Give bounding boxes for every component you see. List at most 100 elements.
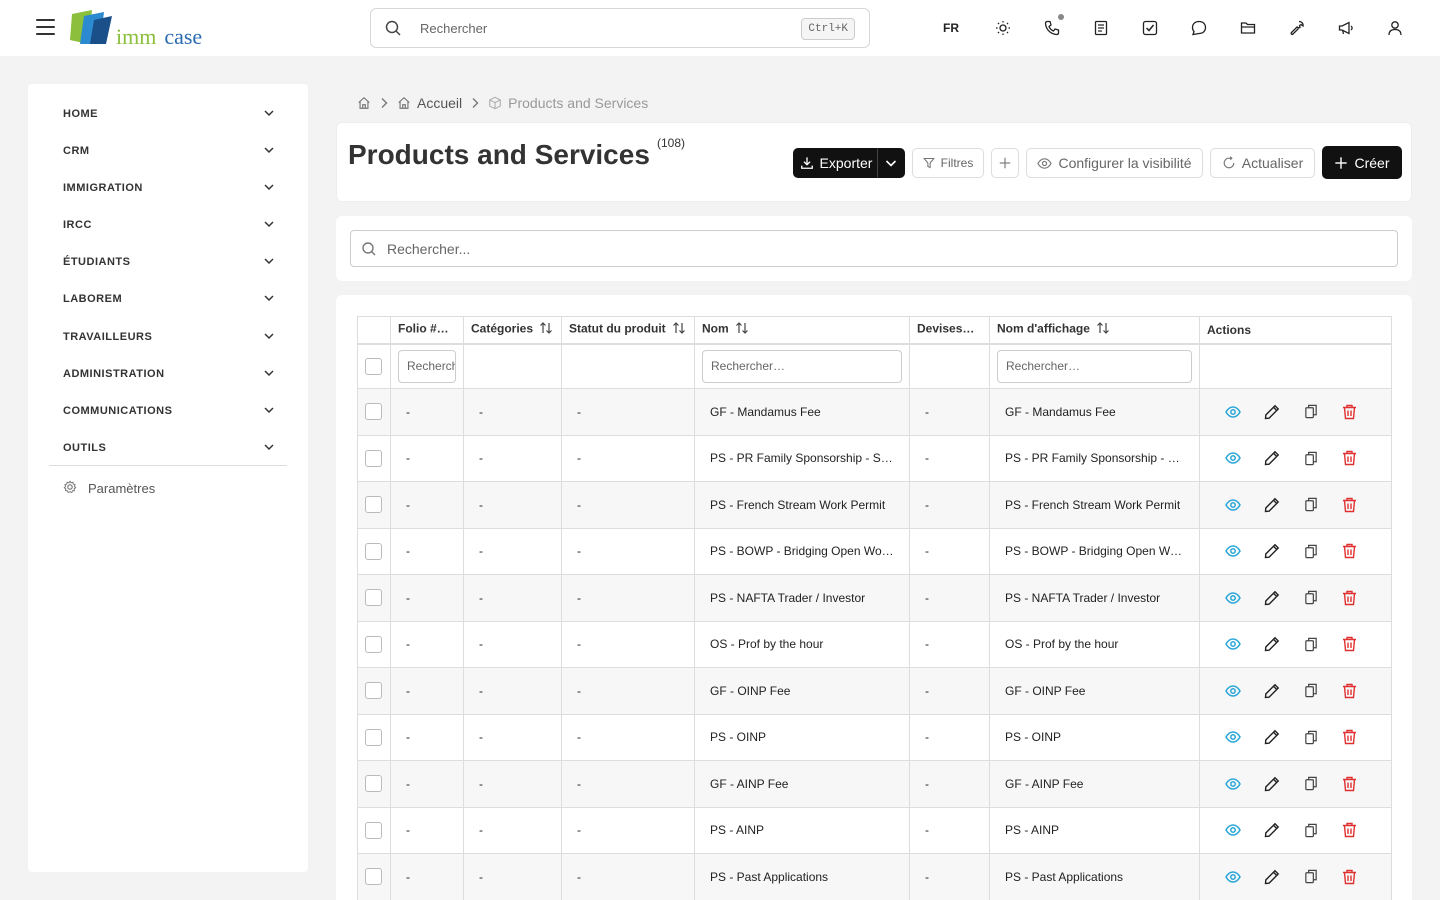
view-icon[interactable] <box>1224 450 1241 467</box>
sidebar-item-travailleurs[interactable]: TRAVAILLEURS <box>63 326 275 350</box>
row-checkbox[interactable] <box>365 728 382 746</box>
duplicate-icon[interactable] <box>1302 682 1319 699</box>
sidebar-item-etudiants[interactable]: ÉTUDIANTS <box>63 251 275 275</box>
view-icon[interactable] <box>1224 543 1241 560</box>
row-checkbox[interactable] <box>365 868 382 886</box>
delete-icon[interactable] <box>1341 589 1358 606</box>
row-checkbox[interactable] <box>365 449 382 467</box>
sort-icon[interactable] <box>1096 321 1110 338</box>
table-row[interactable]: - - - PS - French Stream Work Permit - PS - F… <box>357 481 1392 529</box>
language-switcher[interactable]: FR <box>937 14 965 42</box>
row-checkbox[interactable] <box>365 635 382 653</box>
row-checkbox[interactable] <box>365 589 382 607</box>
theme-toggle[interactable] <box>989 14 1017 42</box>
view-icon[interactable] <box>1224 636 1241 653</box>
view-icon[interactable] <box>1224 729 1241 746</box>
delete-icon[interactable] <box>1341 450 1358 467</box>
column-header-nom[interactable]: Nom <box>694 316 910 345</box>
duplicate-icon[interactable] <box>1302 543 1319 560</box>
duplicate-icon[interactable] <box>1302 868 1319 885</box>
table-row[interactable]: - - - PS - NAFTA Trader / Investor - PS - NAF… <box>357 574 1392 622</box>
edit-icon[interactable] <box>1263 868 1280 885</box>
view-icon[interactable] <box>1224 589 1241 606</box>
duplicate-icon[interactable] <box>1302 496 1319 513</box>
global-search[interactable]: Rechercher Ctrl+K <box>370 8 870 48</box>
sidebar-item-settings[interactable]: Paramètres <box>63 478 263 498</box>
delete-icon[interactable] <box>1341 868 1358 885</box>
delete-icon[interactable] <box>1341 729 1358 746</box>
menu-icon[interactable] <box>36 19 55 35</box>
table-row[interactable]: - - - PS - AINP - PS - AINP <box>357 806 1392 854</box>
sidebar-item-communications[interactable]: COMMUNICATIONS <box>63 400 275 424</box>
delete-icon[interactable] <box>1341 775 1358 792</box>
sidebar-item-home[interactable]: HOME <box>63 103 275 127</box>
column-header-affichage[interactable]: Nom d'affichage <box>989 316 1200 345</box>
visibility-button[interactable]: Configurer la visibilité <box>1026 148 1203 178</box>
filter-input-nom[interactable]: Rechercher… <box>702 349 902 383</box>
view-icon[interactable] <box>1224 496 1241 513</box>
table-row[interactable]: - - - PS - Past Applications - PS - Past Appl… <box>357 853 1392 900</box>
delete-icon[interactable] <box>1341 682 1358 699</box>
edit-icon[interactable] <box>1263 403 1280 420</box>
duplicate-icon[interactable] <box>1302 775 1319 792</box>
files-button[interactable] <box>1234 14 1262 42</box>
table-row[interactable]: - - - OS - Prof by the hour - OS - Prof by th… <box>357 620 1392 668</box>
table-row[interactable]: - - - GF - Mandamus Fee - GF - Mandamus Fee <box>357 388 1392 436</box>
sidebar-item-outils[interactable]: OUTILS <box>63 437 275 461</box>
edit-icon[interactable] <box>1263 589 1280 606</box>
row-checkbox[interactable] <box>365 775 382 793</box>
delete-icon[interactable] <box>1341 636 1358 653</box>
sort-icon[interactable] <box>672 321 686 338</box>
breadcrumb-home[interactable] <box>357 96 371 110</box>
table-search-input[interactable]: Rechercher... <box>350 230 1398 267</box>
sidebar-item-crm[interactable]: CRM <box>63 140 275 164</box>
export-button[interactable]: Exporter <box>793 148 879 178</box>
column-header-folio[interactable]: Folio # <box>390 316 464 345</box>
view-icon[interactable] <box>1224 775 1241 792</box>
duplicate-icon[interactable] <box>1302 403 1319 420</box>
sort-icon[interactable] <box>539 321 553 338</box>
sidebar-item-ircc[interactable]: IRCC <box>63 214 275 238</box>
duplicate-icon[interactable] <box>1302 729 1319 746</box>
row-checkbox[interactable] <box>365 403 382 421</box>
view-icon[interactable] <box>1224 403 1241 420</box>
duplicate-icon[interactable] <box>1302 589 1319 606</box>
view-icon[interactable] <box>1224 868 1241 885</box>
column-header-categories[interactable]: Catégories <box>463 316 562 345</box>
create-button[interactable]: Créer <box>1322 146 1402 179</box>
sidebar-item-immigration[interactable]: IMMIGRATION <box>63 177 275 201</box>
user-menu-button[interactable] <box>1381 14 1409 42</box>
row-checkbox[interactable] <box>365 496 382 514</box>
edit-icon[interactable] <box>1263 636 1280 653</box>
tasks-button[interactable] <box>1136 14 1164 42</box>
view-icon[interactable] <box>1224 682 1241 699</box>
table-row[interactable]: - - - PS - BOWP - Bridging Open Work Permit… <box>357 527 1392 575</box>
sort-icon[interactable] <box>735 321 749 338</box>
add-filter-button[interactable] <box>991 148 1019 178</box>
phone-button[interactable] <box>1038 14 1066 42</box>
row-checkbox[interactable] <box>365 542 382 560</box>
delete-icon[interactable] <box>1341 403 1358 420</box>
table-row[interactable]: - - - GF - OINP Fee - GF - OINP Fee <box>357 667 1392 715</box>
sidebar-item-laborem[interactable]: LABOREM <box>63 288 275 312</box>
duplicate-icon[interactable] <box>1302 822 1319 839</box>
announcements-button[interactable] <box>1332 14 1360 42</box>
column-header-statut[interactable]: Statut du produit <box>561 316 695 345</box>
breadcrumb-accueil[interactable]: Accueil <box>397 95 462 111</box>
refresh-button[interactable]: Actualiser <box>1210 148 1315 178</box>
notes-button[interactable] <box>1087 14 1115 42</box>
export-dropdown-button[interactable] <box>877 148 905 178</box>
duplicate-icon[interactable] <box>1302 636 1319 653</box>
tools-button[interactable] <box>1283 14 1311 42</box>
table-row[interactable]: - - - GF - AINP Fee - GF - AINP Fee <box>357 760 1392 808</box>
edit-icon[interactable] <box>1263 822 1280 839</box>
column-header-devises[interactable]: Devises <box>909 316 990 345</box>
view-icon[interactable] <box>1224 822 1241 839</box>
delete-icon[interactable] <box>1341 822 1358 839</box>
row-checkbox[interactable] <box>365 682 382 700</box>
row-checkbox[interactable] <box>365 821 382 839</box>
logo[interactable]: imm case <box>70 10 210 49</box>
filter-input-folio[interactable]: Rechercher… <box>398 349 456 383</box>
edit-icon[interactable] <box>1263 775 1280 792</box>
delete-icon[interactable] <box>1341 496 1358 513</box>
